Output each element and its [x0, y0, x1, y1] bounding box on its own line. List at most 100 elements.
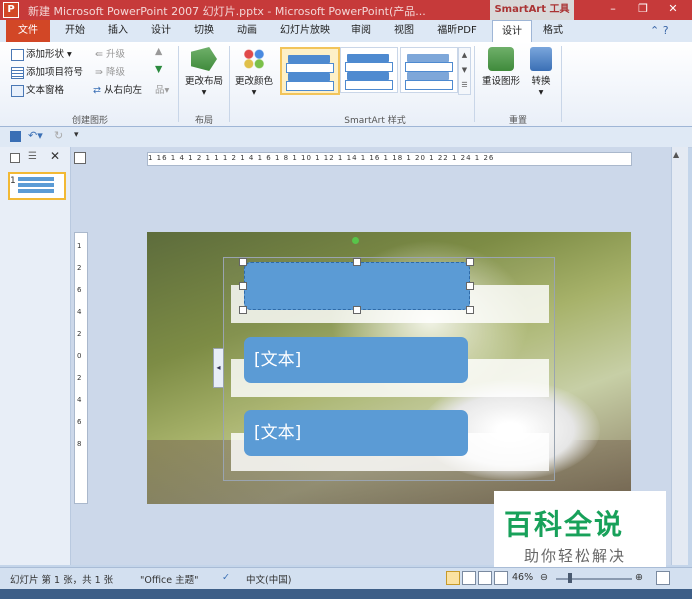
- ribbon-separator: [561, 46, 562, 122]
- change-layout-button[interactable]: 更改布局 ▾: [182, 47, 226, 98]
- gallery-scroll[interactable]: ▲ ▼ ☰: [458, 47, 471, 95]
- slideshow-view-icon[interactable]: [494, 571, 508, 585]
- tab-slideshow[interactable]: 幻灯片放映: [275, 20, 335, 42]
- tab-format[interactable]: 格式: [538, 20, 568, 42]
- ruler-ticks: 12 6 4 2 0 2 4 6 8: [77, 242, 82, 448]
- slide-number: 1: [10, 176, 16, 186]
- close-button[interactable]: ✕: [658, 0, 688, 18]
- demote-button[interactable]: ⇛ 降级: [95, 64, 125, 78]
- fit-window-icon[interactable]: [656, 571, 670, 585]
- tab-insert[interactable]: 插入: [103, 20, 133, 42]
- demote-arrow-icon: ⇛: [95, 67, 106, 78]
- smartart-tools-label: SmartArt 工具: [490, 0, 574, 20]
- reset-graphic-button[interactable]: 重设图形: [478, 47, 524, 87]
- smartart-shape-2[interactable]: [文本]: [244, 337, 468, 383]
- vertical-scrollbar[interactable]: [671, 147, 688, 565]
- tab-file[interactable]: 文件: [6, 20, 50, 42]
- reading-view-icon[interactable]: [478, 571, 492, 585]
- redo-icon[interactable]: ↻: [54, 129, 63, 142]
- ribbon-separator: [178, 46, 179, 122]
- rotation-handle[interactable]: [352, 237, 359, 244]
- vertical-ruler: 12 6 4 2 0 2 4 6 8: [74, 232, 88, 504]
- tab-stop-selector[interactable]: [74, 152, 86, 164]
- smartart-shape-1[interactable]: [244, 262, 470, 310]
- spellcheck-icon[interactable]: ✓: [222, 572, 230, 583]
- right-to-left-button[interactable]: ⇄ 从右向左: [93, 82, 142, 96]
- zoom-in-icon[interactable]: ⊕: [635, 572, 643, 583]
- quick-access-toolbar: [0, 127, 692, 148]
- tab-review[interactable]: 审阅: [346, 20, 376, 42]
- tab-design[interactable]: 设计: [146, 20, 176, 42]
- group-label-reset: 重置: [508, 116, 527, 126]
- help-icon[interactable]: ⌃ ?: [650, 24, 669, 37]
- minimize-button[interactable]: –: [598, 0, 628, 18]
- add-shape-icon: [11, 48, 24, 61]
- smartart-shape-3[interactable]: [文本]: [244, 410, 468, 456]
- tab-home[interactable]: 开始: [60, 20, 90, 42]
- convert-button[interactable]: 转换 ▾: [526, 47, 556, 98]
- reset-graphic-icon: [488, 47, 514, 71]
- close-panel-icon[interactable]: ✕: [50, 149, 60, 163]
- window-title: 新建 Microsoft PowerPoint 2007 幻灯片.pptx - …: [28, 5, 426, 18]
- resize-handle[interactable]: [239, 258, 247, 266]
- smartart-style-3[interactable]: [400, 47, 458, 93]
- horizontal-ruler: 1 16 1 4 1 2 1 1 1 2 1 4 1 6 1 8 1 10 1 …: [147, 152, 632, 166]
- smartart-style-2[interactable]: [340, 47, 398, 93]
- powerpoint-icon[interactable]: P: [3, 2, 19, 18]
- outline-tab-icon[interactable]: ☰: [28, 151, 37, 162]
- ruler-ticks: 1 16 1 4 1 2 1 1 1 2 1 4 1 6 1 8 1 10 1 …: [148, 154, 495, 162]
- tab-transitions[interactable]: 切换: [189, 20, 219, 42]
- save-icon[interactable]: [10, 131, 21, 142]
- promote-button[interactable]: ⇚ 升级: [95, 46, 125, 60]
- taskbar: [0, 589, 692, 599]
- ribbon-separator: [474, 46, 475, 122]
- scroll-up-icon[interactable]: ▲: [673, 150, 679, 159]
- customize-qat-icon[interactable]: ▾: [74, 130, 79, 140]
- tab-smartart-design[interactable]: 设计: [492, 20, 532, 42]
- tab-view[interactable]: 视图: [389, 20, 419, 42]
- smartart-style-1[interactable]: [280, 47, 340, 95]
- language-status[interactable]: 中文(中国): [246, 572, 291, 586]
- zoom-out-icon[interactable]: ⊖: [540, 572, 548, 583]
- group-label-layout: 布局: [194, 116, 213, 126]
- group-label-smartart-styles: SmartArt 样式: [344, 116, 406, 126]
- text-pane-toggle[interactable]: ◂: [213, 348, 224, 388]
- resize-handle[interactable]: [466, 306, 474, 314]
- move-down-button[interactable]: ▼: [155, 64, 162, 75]
- tab-foxit-pdf[interactable]: 福昕PDF: [432, 20, 482, 42]
- color-palette-icon: [241, 47, 267, 71]
- layout-dropdown-icon[interactable]: 品▾: [155, 82, 169, 96]
- normal-view-icon[interactable]: [446, 571, 460, 585]
- rtl-icon: ⇄: [93, 85, 104, 96]
- zoom-slider-thumb[interactable]: [568, 573, 572, 583]
- resize-handle[interactable]: [466, 258, 474, 266]
- add-shape-button[interactable]: 添加形状 ▾: [11, 46, 72, 61]
- slides-panel: [0, 147, 71, 565]
- add-bullet-button[interactable]: 添加项目符号: [11, 64, 83, 79]
- slide-sorter-icon[interactable]: [462, 571, 476, 585]
- group-label-create-graphic: 创建图形: [71, 116, 108, 126]
- slides-tab-icon[interactable]: [10, 153, 20, 163]
- text-pane-icon: [11, 84, 24, 97]
- resize-handle[interactable]: [239, 306, 247, 314]
- slide-thumbnail[interactable]: [8, 172, 66, 200]
- zoom-level[interactable]: 46%: [512, 572, 533, 583]
- theme-name[interactable]: "Office 主题": [140, 572, 199, 586]
- restore-button[interactable]: ❐: [628, 0, 658, 18]
- slide-count: 幻灯片 第 1 张，共 1 张: [10, 575, 114, 586]
- layout-icon: [191, 47, 217, 71]
- move-up-button[interactable]: ▲: [155, 46, 162, 57]
- watermark-subtitle: 助你轻松解决: [524, 547, 627, 565]
- resize-handle[interactable]: [466, 282, 474, 290]
- ribbon-separator: [229, 46, 230, 122]
- resize-handle[interactable]: [353, 306, 361, 314]
- text-pane-button[interactable]: 文本窗格: [11, 82, 64, 97]
- change-colors-button[interactable]: 更改颜色 ▾: [232, 47, 276, 98]
- resize-handle[interactable]: [239, 282, 247, 290]
- undo-icon[interactable]: ↶▾: [28, 129, 43, 142]
- resize-handle[interactable]: [353, 258, 361, 266]
- tab-animations[interactable]: 动画: [232, 20, 262, 42]
- thumbnail-preview: [18, 177, 54, 193]
- bullet-icon: [11, 66, 24, 79]
- convert-icon: [530, 47, 552, 71]
